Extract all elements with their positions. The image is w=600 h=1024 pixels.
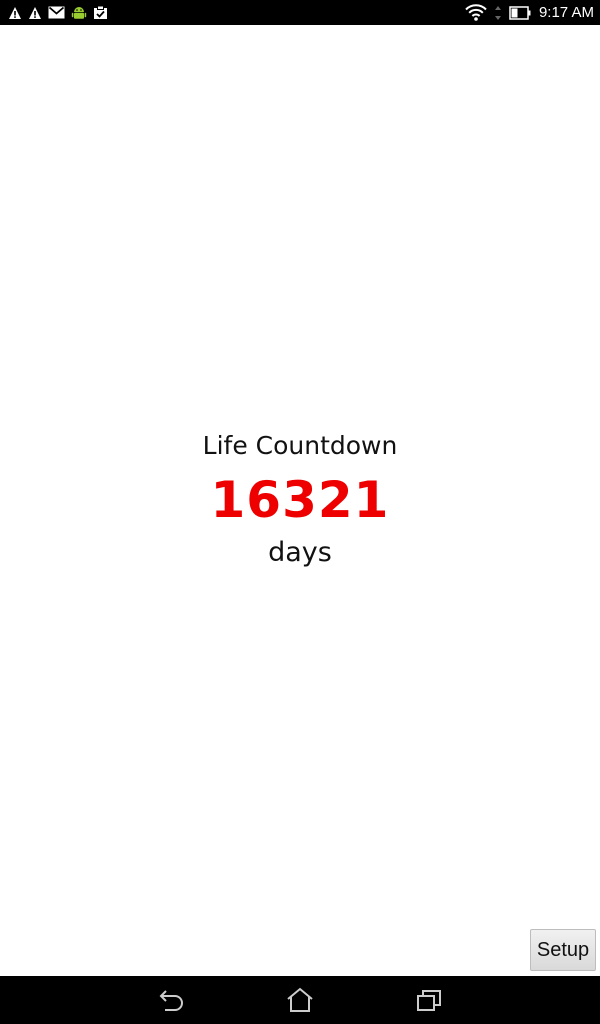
wifi-icon <box>465 4 487 21</box>
system-status: 9:17 AM <box>465 0 594 25</box>
battery-icon <box>509 5 531 20</box>
days-unit-label: days <box>268 537 332 568</box>
notification-icons <box>8 4 108 21</box>
page-title: Life Countdown <box>202 431 398 460</box>
home-button[interactable] <box>276 984 324 1016</box>
main-content: Life Countdown 16321 days Setup <box>0 25 600 976</box>
days-counter: 16321 <box>210 471 390 529</box>
android-debug-icon <box>71 5 87 21</box>
setup-button[interactable]: Setup <box>530 929 596 971</box>
back-icon <box>157 987 187 1013</box>
navigation-bar <box>0 976 600 1024</box>
back-button[interactable] <box>148 984 196 1016</box>
warning-icon <box>28 6 42 20</box>
gmail-icon <box>48 6 65 19</box>
clock: 9:17 AM <box>538 4 594 21</box>
warning-icon <box>8 6 22 20</box>
status-bar: 9:17 AM <box>0 0 600 25</box>
clipboard-check-icon <box>93 5 108 20</box>
data-arrows-icon <box>494 5 501 20</box>
recent-apps-button[interactable] <box>405 984 453 1016</box>
recent-apps-icon <box>414 987 444 1013</box>
home-icon <box>285 987 315 1013</box>
